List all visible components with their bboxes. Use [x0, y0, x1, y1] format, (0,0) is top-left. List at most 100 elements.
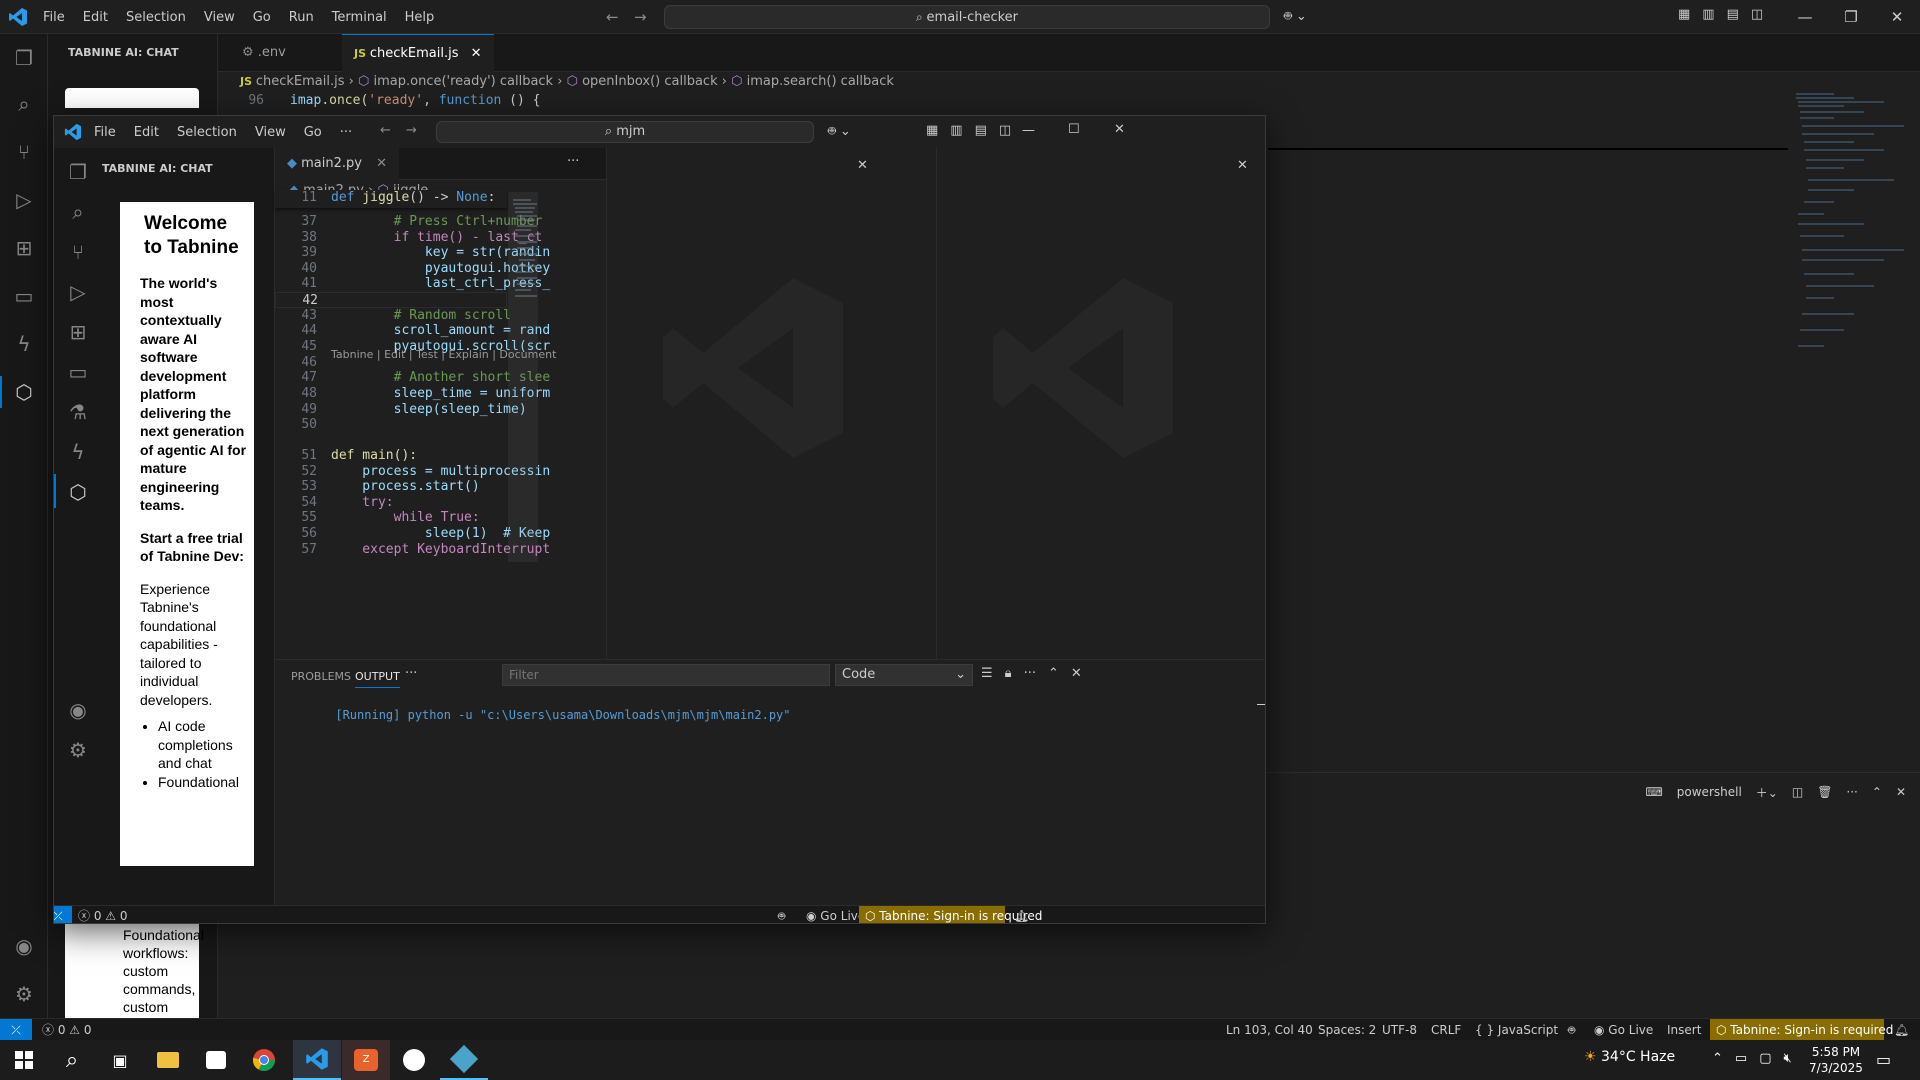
copilot-icon[interactable]: 🤖︎ ⌄ — [828, 123, 851, 141]
close-window-icon[interactable]: ✕ — [1114, 122, 1125, 137]
search-taskbar-icon[interactable]: ⌕ — [48, 1040, 96, 1080]
notification-center-icon[interactable]: ▭ — [1876, 1050, 1891, 1069]
code-line[interactable]: 38 if time() - last_ct — [275, 230, 542, 246]
maximize-panel-icon[interactable]: ⌃ — [1872, 785, 1882, 799]
close-panel-icon[interactable]: ✕ — [1071, 666, 1082, 681]
bolt-icon[interactable]: ϟ — [66, 440, 90, 464]
sticky-scroll-line[interactable]: 11 def jiggle() -> None: — [275, 190, 507, 208]
nav-forward-icon[interactable]: → — [406, 123, 417, 138]
clock[interactable]: 5:58 PM 7/3/2025 — [1806, 1044, 1866, 1076]
output-channel-select[interactable]: Code ⌄ — [835, 664, 973, 686]
close-tab-icon[interactable]: ✕ — [471, 46, 482, 61]
code-line[interactable]: 44 scroll_amount = rand — [275, 323, 550, 339]
toggle-panel-icon[interactable]: ▤ — [1727, 7, 1739, 27]
task-view-icon[interactable]: ▣ — [96, 1040, 144, 1080]
command-center-search[interactable]: ⌕ mjm — [436, 121, 814, 143]
trash-icon[interactable]: 🗑︎ — [1817, 785, 1832, 799]
go-live-button[interactable]: ◉ Go Live — [806, 906, 865, 923]
menu-go[interactable]: Go — [304, 125, 322, 140]
explorer-icon[interactable]: ❐ — [12, 46, 36, 70]
new-terminal-icon[interactable]: ＋⌄ — [1756, 784, 1778, 801]
toggle-sidebar-icon[interactable]: ▥ — [950, 123, 962, 138]
code-line[interactable]: 42 — [275, 292, 507, 308]
line-ending[interactable]: CRLF — [1431, 1019, 1461, 1041]
code-area[interactable]: 11 def jiggle() -> None: 37 # Press Ctrl… — [275, 190, 606, 659]
settings-gear-icon[interactable]: ⚙ — [12, 982, 36, 1006]
copilot-icon[interactable]: 🤖︎ ⌄ — [1284, 8, 1307, 26]
lock-icon[interactable]: 🔒︎ — [1005, 666, 1012, 681]
menu-run[interactable]: Run — [280, 10, 323, 25]
chrome-icon[interactable] — [240, 1040, 288, 1080]
code-line[interactable]: 37 # Press Ctrl+number — [275, 214, 542, 230]
start-button[interactable] — [0, 1040, 48, 1080]
nav-forward-icon[interactable]: → — [634, 8, 647, 26]
menu-edit[interactable]: Edit — [134, 125, 159, 140]
code-line[interactable]: 52 process = multiprocessin — [275, 464, 550, 480]
toggle-secondary-sidebar-icon[interactable]: ◫ — [999, 123, 1011, 138]
problems-indicator[interactable]: ⓧ 0 ⚠ 0 — [42, 1019, 92, 1041]
tab-main2[interactable]: ◆ main2.py ✕ — [275, 148, 400, 180]
notifications-bell-icon[interactable]: 🔔︎ — [1894, 1019, 1909, 1041]
toggle-panel-icon[interactable]: ▤ — [975, 123, 987, 138]
account-icon[interactable]: ◉ — [12, 934, 36, 958]
tabnine-icon[interactable]: ⬡ — [12, 380, 36, 404]
tab-problems[interactable]: PROBLEMS — [291, 670, 351, 683]
file-explorer-icon[interactable] — [144, 1040, 192, 1080]
toggle-secondary-sidebar-icon[interactable]: ◫ — [1751, 7, 1763, 27]
language-mode[interactable]: { } JavaScript — [1475, 1019, 1558, 1041]
remote-indicator-icon[interactable]: ⤫ — [54, 906, 72, 923]
network-icon[interactable]: ▭ — [1735, 1051, 1747, 1066]
customize-layout-icon[interactable]: ▦ — [926, 123, 938, 138]
tabnine-status[interactable]: ⬡ Tabnine: Sign-in is required — [1710, 1019, 1893, 1041]
code-line[interactable]: 40 pyautogui.hotkey — [275, 261, 550, 277]
terminal-name[interactable]: powershell — [1677, 785, 1742, 799]
code-line[interactable]: 50 — [275, 417, 507, 433]
menu-file[interactable]: File — [94, 125, 116, 140]
clear-output-icon[interactable]: ☰ — [981, 666, 993, 681]
menu-selection[interactable]: Selection — [117, 10, 195, 25]
weather-widget[interactable]: ☀ 34°C Haze — [1584, 1049, 1675, 1065]
close-group-icon[interactable]: ✕ — [1237, 158, 1248, 173]
code-line[interactable]: 53 process.start() — [275, 479, 507, 495]
split-terminal-icon[interactable]: ◫ — [1792, 785, 1803, 799]
close-group-icon[interactable]: ✕ — [857, 158, 868, 173]
scrollbar[interactable] — [508, 192, 538, 562]
restore-icon[interactable]: ❐ — [1828, 0, 1874, 34]
menu-more[interactable]: ··· — [340, 125, 352, 140]
bolt-icon[interactable]: ϟ — [12, 332, 36, 356]
close-panel-icon[interactable]: ✕ — [1896, 785, 1906, 799]
cursor-position[interactable]: Ln 103, Col 40 — [1226, 1019, 1313, 1041]
menu-terminal[interactable]: Terminal — [323, 10, 396, 25]
breadcrumb-item[interactable]: checkEmail.js — [256, 74, 345, 89]
extensions-icon[interactable]: ⊞ — [12, 236, 36, 260]
maximize-icon[interactable]: ☐ — [1068, 122, 1080, 137]
extensions-icon[interactable]: ⊞ — [66, 320, 90, 344]
minimize-icon[interactable]: — — [1782, 0, 1828, 34]
more-actions-icon[interactable]: ··· — [567, 154, 579, 169]
remote-indicator-icon[interactable]: ⤫ — [0, 1019, 32, 1041]
zoom-app-icon[interactable]: Z — [342, 1040, 390, 1080]
tab-checkemail[interactable]: JS checkEmail.js ✕ — [342, 34, 494, 72]
source-control-icon[interactable]: ⑂ — [12, 140, 36, 164]
more-actions-icon[interactable]: ··· — [405, 666, 417, 681]
code-line[interactable]: 41 last_ctrl_press_ — [275, 276, 550, 292]
close-tab-icon[interactable]: ✕ — [376, 156, 387, 171]
maximize-panel-icon[interactable]: ⌃ — [1048, 666, 1059, 681]
nav-back-icon[interactable]: ← — [380, 123, 391, 138]
encoding[interactable]: UTF-8 — [1382, 1019, 1417, 1041]
breadcrumb-item[interactable]: imap.search() callback — [747, 74, 894, 89]
display-icon[interactable]: ▢ — [1759, 1051, 1771, 1066]
more-actions-icon[interactable]: ··· — [1846, 785, 1857, 799]
breadcrumb-item[interactable]: openInbox() callback — [582, 74, 718, 89]
go-live-button[interactable]: ◉ Go Live — [1594, 1019, 1653, 1041]
code-line[interactable]: 48 sleep_time = uniform — [275, 386, 550, 402]
app-hex-icon[interactable] — [440, 1040, 488, 1080]
close-window-icon[interactable]: ✕ — [1874, 0, 1920, 34]
tab-output[interactable]: OUTPUT — [355, 670, 400, 688]
vscode-taskbar-icon[interactable] — [293, 1040, 341, 1080]
settings-gear-icon[interactable]: ⚙ — [66, 738, 90, 762]
filter-input[interactable] — [502, 664, 830, 686]
minimize-icon[interactable]: — — [1022, 123, 1035, 138]
explorer-icon[interactable]: ❐ — [66, 160, 90, 184]
testing-flask-icon[interactable]: ⚗ — [66, 400, 90, 424]
